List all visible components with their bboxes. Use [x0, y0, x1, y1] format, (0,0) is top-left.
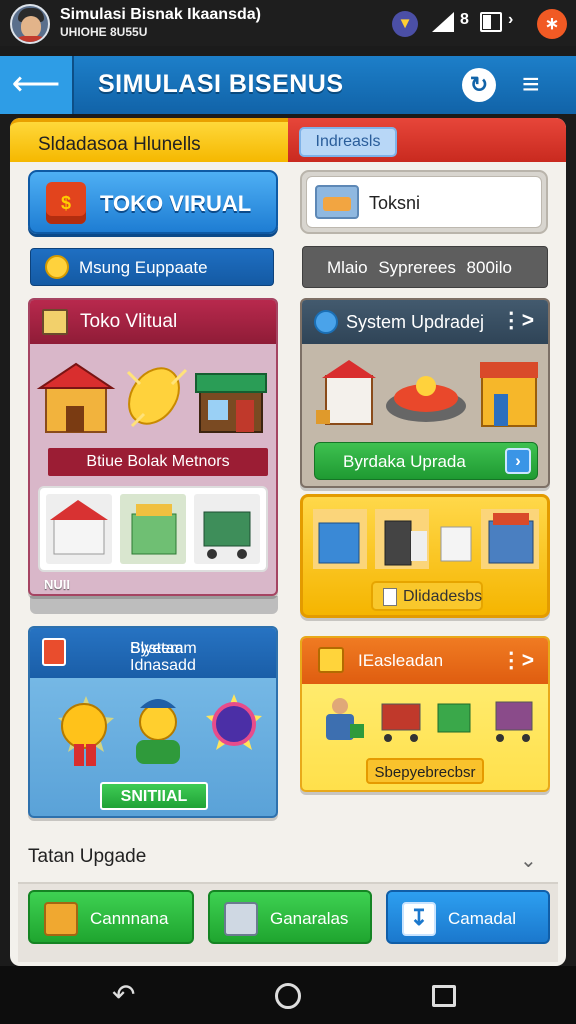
update-illustration	[316, 360, 538, 427]
battery-icon	[480, 12, 502, 32]
toko-virtual-card[interactable]: Toko Vlitual Btiue Bolak Metnors NUII	[28, 298, 278, 596]
action-label: Cannnana	[90, 909, 169, 928]
button-label: SNITIIAL	[120, 788, 188, 805]
app-subtitle: UHIOHE 8U55U	[60, 25, 148, 39]
status-bar: Simulasi Bisnak Ikaansda) UHIOHE 8U55U ▼…	[0, 0, 576, 46]
stats-badge: Mlaio Syprerees 800ilo	[302, 246, 548, 288]
action-label: Ganaralas	[270, 909, 349, 928]
search-field[interactable]	[306, 176, 542, 228]
button-label: Dlidadesbs	[403, 588, 483, 605]
notification-icon: ▼	[392, 11, 418, 37]
action-button-1[interactable]: Cannnana	[28, 890, 194, 944]
action-label: Camadal	[448, 909, 517, 928]
globe-icon	[314, 310, 338, 334]
systemm-card[interactable]: Systemm Blyetaa Idnasadd SNITIIAL	[28, 626, 278, 818]
section-title: Tatan Upgade	[28, 846, 147, 867]
machines-button[interactable]: Dlidadesbs	[371, 581, 483, 611]
document-icon	[383, 588, 397, 606]
easleadan-button[interactable]: Sbepyebrecbsr	[366, 758, 484, 784]
tab-indreasls[interactable]: Indreasls	[299, 127, 397, 157]
button-label: TOKO VIRUAL	[100, 191, 252, 216]
tab-label: Sldadasoa Hlunells	[38, 134, 201, 155]
more-icon[interactable]: ⋮>	[501, 308, 534, 333]
card-title: Toko Vlitual	[80, 311, 178, 332]
gallery-icons	[46, 494, 260, 564]
download-icon: ↧	[402, 902, 436, 936]
machines-illustration	[313, 509, 539, 569]
book-icon	[42, 638, 66, 666]
search-input[interactable]	[369, 189, 529, 217]
system-update-card[interactable]: System Updradej ⋮> Byrdaka Uprada ›	[300, 298, 550, 488]
refresh-icon[interactable]: ↻	[462, 68, 496, 102]
nav-back-icon[interactable]: ↶	[112, 978, 135, 1011]
box-icon	[318, 647, 344, 673]
button-label: Byrdaka Uprada	[343, 452, 466, 471]
shop-box-icon: $	[46, 182, 86, 224]
store-icon	[315, 185, 359, 219]
card-header: System Updradej ⋮>	[302, 300, 548, 344]
app-title: Simulasi Bisnak Ikaansda)	[60, 6, 261, 23]
menu-icon[interactable]: ≡	[522, 68, 540, 102]
stripe-label: Btiue Bolak Metnors	[86, 453, 230, 470]
update-button[interactable]: Byrdaka Uprada ›	[314, 442, 538, 480]
update-badge[interactable]: Msung Euppaate	[30, 248, 274, 286]
badge-label: Msung Euppaate	[79, 258, 208, 277]
card-header: Toko Vlitual	[30, 300, 276, 344]
machines-card[interactable]: Dlidadesbs	[300, 494, 550, 618]
card-shadow	[30, 596, 278, 614]
arrow-icon: ›	[508, 11, 514, 28]
shop-gallery[interactable]	[38, 486, 268, 572]
card-stripe: Btiue Bolak Metnors	[48, 448, 268, 476]
button-label: Sbepyebrecbsr	[374, 764, 476, 781]
tab-hlunells[interactable]: Sldadasoa Hlunells	[10, 118, 288, 162]
badge-label: Mlaio Syprerees 800ilo	[327, 258, 512, 277]
card-header: Systemm Blyetaa Idnasadd	[30, 628, 276, 678]
card-footer: NUII	[44, 577, 70, 592]
signal-icon	[432, 12, 454, 32]
more-icon[interactable]: ⋮>	[501, 648, 534, 673]
alert-icon[interactable]: ∗	[537, 9, 567, 39]
nav-recents-icon[interactable]	[432, 985, 456, 1007]
start-button[interactable]: SNITIIAL	[100, 782, 208, 810]
chevron-right-icon: ›	[505, 448, 531, 474]
action-button-3[interactable]: ↧ Camadal	[386, 890, 550, 944]
reward-illustration	[58, 694, 262, 766]
card-header: IEasleadan ⋮>	[302, 638, 548, 684]
nav-home-icon[interactable]	[275, 983, 301, 1009]
action-button-2[interactable]: Ganaralas	[208, 890, 372, 944]
building-icon	[42, 309, 68, 335]
signal-number: 8	[460, 11, 469, 28]
back-button[interactable]: ⟵	[0, 56, 74, 114]
coin-icon	[45, 255, 69, 279]
crate-icon	[44, 902, 78, 936]
easleadan-card[interactable]: IEasleadan ⋮> Sbepyebrecbsr	[300, 636, 550, 792]
worker-icon	[224, 902, 258, 936]
toko-virual-button[interactable]: $ TOKO VIRUAL	[28, 170, 278, 234]
shop-illustration	[36, 362, 267, 433]
page-title: SIMULASI BISENUS	[98, 70, 344, 98]
title-line-2: Blyetaa Idnasadd	[130, 640, 196, 674]
card-title: IEasleadan	[358, 651, 444, 670]
avatar[interactable]	[10, 4, 50, 44]
carts-illustration	[326, 698, 533, 742]
chevron-down-icon[interactable]: ⌄	[520, 848, 537, 873]
card-title: System Updradej	[346, 312, 485, 332]
